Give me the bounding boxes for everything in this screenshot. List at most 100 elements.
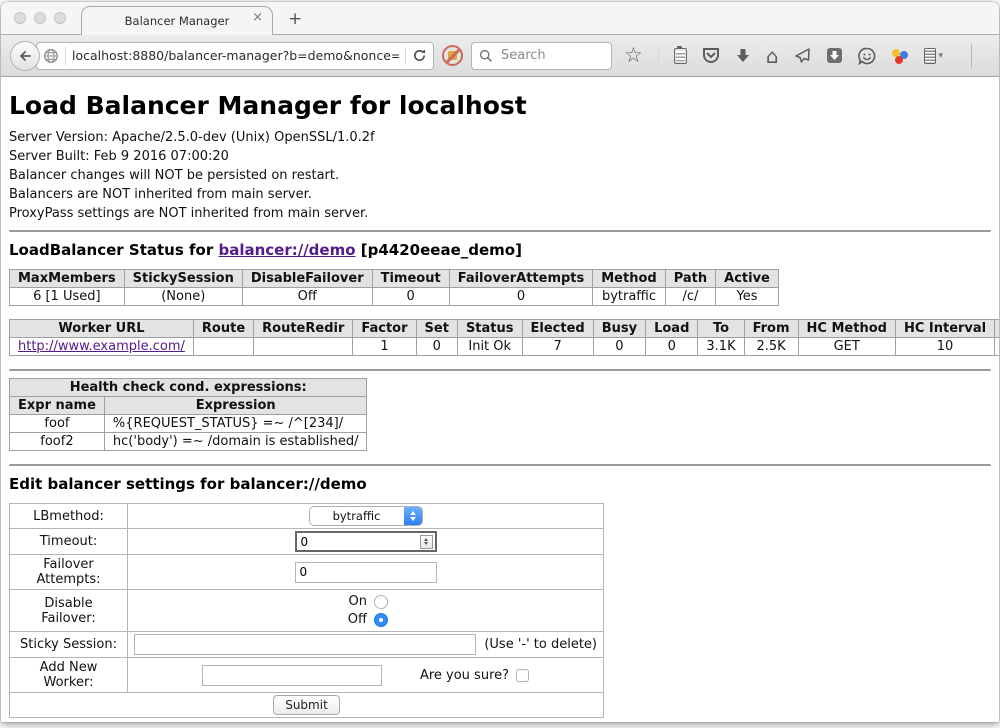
timeout-input[interactable] — [299, 534, 420, 550]
home-icon[interactable]: ⌂ — [766, 46, 779, 66]
url-bar[interactable]: localhost:8880/balancer-manager?b=demo&n… — [36, 42, 434, 70]
col-active: Active — [716, 270, 779, 288]
number-spinner-icon[interactable] — [420, 535, 433, 549]
disable-failover-label: Disable Failover: — [10, 590, 128, 632]
server-built-line: Server Built: Feb 9 2016 07:00:20 — [9, 147, 991, 166]
cell-set: 0 — [416, 338, 457, 356]
toolbar-separator — [971, 44, 972, 68]
are-you-sure-label: Are you sure? — [420, 668, 509, 683]
cell-active: Yes — [716, 288, 779, 306]
form-row-lbmethod: LBmethod: bytraffic — [10, 504, 604, 529]
cell-hc-interval: 10 — [895, 338, 994, 356]
divider — [9, 230, 991, 232]
col-timeout: Timeout — [372, 270, 449, 288]
search-input[interactable] — [499, 47, 604, 64]
add-worker-input[interactable] — [202, 665, 382, 686]
cell-path: /c/ — [665, 288, 715, 306]
bookmark-star-icon[interactable]: ☆ — [624, 45, 643, 66]
lbmethod-selected-value: bytraffic — [310, 507, 404, 525]
col-worker-url: Worker URL — [10, 320, 194, 338]
cell-timeout: 0 — [372, 288, 449, 306]
inherit-note-line: Balancers are NOT inherited from main se… — [9, 185, 991, 204]
toolbar-separator — [658, 47, 659, 65]
sticky-session-hint: (Use '-' to delete) — [484, 637, 597, 652]
window-controls — [14, 12, 66, 24]
search-icon — [479, 49, 493, 63]
form-row-add-worker: Add New Worker: Are you sure? — [10, 658, 604, 693]
tab-balancer-manager[interactable]: Balancer Manager × — [81, 6, 273, 35]
radio-off[interactable] — [374, 613, 388, 627]
col-set: Set — [416, 320, 457, 338]
col-hc-interval: HC Interval — [895, 320, 994, 338]
col-route: Route — [193, 320, 253, 338]
radio-on-label: On — [343, 594, 367, 609]
balancer-demo-link[interactable]: balancer://demo — [218, 241, 355, 259]
col-method: Method — [593, 270, 665, 288]
zoom-window-button[interactable] — [54, 12, 66, 24]
col-busy: Busy — [593, 320, 645, 338]
lbmethod-select[interactable]: bytraffic — [309, 506, 423, 526]
urlbar-separator — [65, 47, 66, 65]
pocket-icon[interactable] — [702, 47, 720, 64]
sticky-session-label: Sticky Session: — [10, 632, 128, 658]
tab-strip: Balancer Manager × + — [1, 2, 999, 35]
minimize-window-button[interactable] — [34, 12, 46, 24]
address-input[interactable]: localhost:8880/balancer-manager?b=demo&n… — [72, 48, 399, 63]
back-button[interactable] — [10, 41, 40, 71]
worker-status-table: Worker URL Route RouteRedir Factor Set S… — [9, 319, 999, 356]
col-disablefailover: DisableFailover — [242, 270, 372, 288]
downloads-icon[interactable] — [735, 48, 751, 64]
new-tab-button[interactable]: + — [288, 9, 302, 29]
extension-list-button[interactable]: ▾ — [924, 48, 944, 64]
server-info: Server Version: Apache/2.5.0-dev (Unix) … — [9, 128, 991, 223]
sticky-session-input[interactable] — [134, 634, 476, 655]
col-factor: Factor — [353, 320, 416, 338]
cell-expression: hc('body') =~ /domain is established/ — [104, 433, 367, 451]
close-window-button[interactable] — [14, 12, 26, 24]
add-worker-label: Add New Worker: — [10, 658, 128, 693]
site-identity-globe-icon[interactable] — [43, 48, 59, 64]
form-row-timeout: Timeout: — [10, 529, 604, 555]
cell-stickysession: (None) — [124, 288, 242, 306]
table-row: foof2 hc('body') =~ /domain is establish… — [10, 433, 367, 451]
radio-on[interactable] — [374, 595, 388, 609]
cell-expression: %{REQUEST_STATUS} =~ /^[234]/ — [104, 415, 367, 433]
table-caption-row: Health check cond. expressions: — [10, 379, 367, 397]
search-bar[interactable] — [471, 42, 612, 70]
failover-attempts-input[interactable] — [295, 562, 437, 583]
cell-elected: 7 — [522, 338, 593, 356]
reading-list-icon[interactable] — [674, 48, 687, 64]
cell-method: bytraffic — [593, 288, 665, 306]
balancer-status-table: MaxMembers StickySession DisableFailover… — [9, 269, 779, 306]
col-stickysession: StickySession — [124, 270, 242, 288]
extension-colored-dots-icon[interactable] — [891, 47, 909, 65]
col-failoverattempts: FailoverAttempts — [449, 270, 593, 288]
cell-hc-method: GET — [798, 338, 895, 356]
form-row-failover-attempts: Failover Attempts: — [10, 555, 604, 590]
worker-url-link[interactable]: http://www.example.com/ — [18, 339, 185, 354]
edit-balancer-form: LBmethod: bytraffic Timeout: — [9, 503, 604, 718]
failover-attempts-label: Failover Attempts: — [10, 555, 128, 590]
cell-to: 3.1K — [698, 338, 744, 356]
divider — [9, 369, 991, 371]
tab-close-icon[interactable]: × — [252, 11, 263, 24]
radio-off-label: Off — [343, 612, 367, 627]
browser-window: Balancer Manager × + localhost:8880/bala… — [1, 2, 999, 722]
hello-smiley-icon[interactable] — [858, 47, 876, 65]
proxypass-note-line: ProxyPass settings are NOT inherited fro… — [9, 204, 991, 223]
col-to: To — [698, 320, 744, 338]
send-plane-icon[interactable] — [794, 47, 811, 64]
content-blocked-icon[interactable] — [442, 45, 463, 66]
table-header-row: MaxMembers StickySession DisableFailover… — [10, 270, 779, 288]
reload-icon[interactable] — [412, 48, 427, 63]
cell-status: Init Ok — [457, 338, 522, 356]
list-icon — [924, 48, 936, 64]
edit-settings-heading: Edit balancer settings for balancer://de… — [9, 475, 991, 493]
save-page-icon[interactable] — [826, 47, 843, 64]
timeout-input-wrapper — [295, 531, 437, 552]
col-elected: Elected — [522, 320, 593, 338]
col-from: From — [744, 320, 798, 338]
status-heading: LoadBalancer Status for balancer://demo … — [9, 241, 991, 259]
are-you-sure-checkbox[interactable] — [516, 669, 529, 682]
submit-button[interactable]: Submit — [273, 695, 340, 715]
